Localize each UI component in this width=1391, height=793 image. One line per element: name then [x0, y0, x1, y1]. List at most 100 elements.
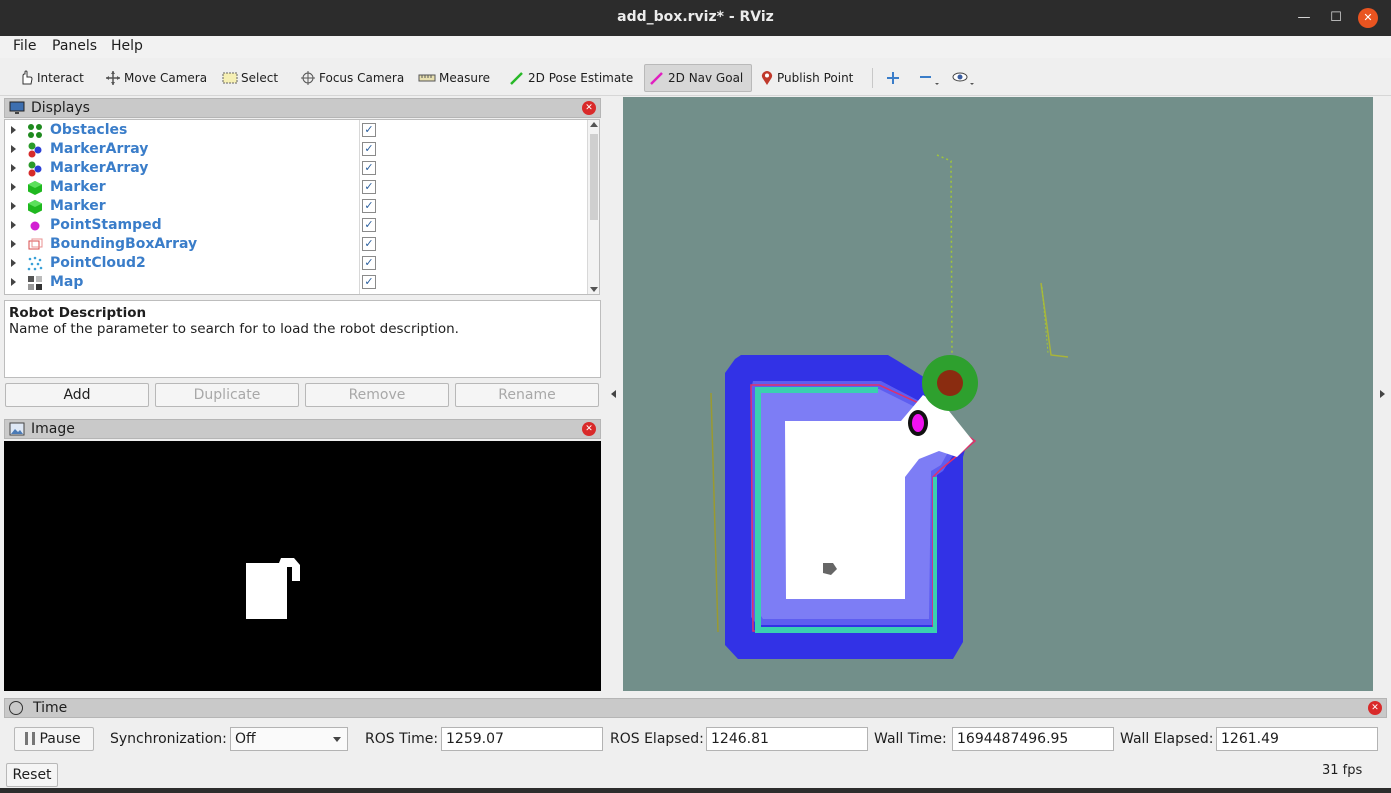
display-item[interactable]: BoundingBoxArray ✓ — [5, 235, 591, 254]
displays-title: Displays — [31, 100, 90, 116]
sync-value: Off — [235, 731, 256, 747]
display-item[interactable]: MarkerArray ✓ — [5, 159, 591, 178]
tool-move-camera[interactable]: Move Camera — [101, 64, 211, 92]
sync-label: Synchronization: — [110, 731, 227, 747]
display-item[interactable]: Marker ✓ — [5, 197, 591, 216]
expand-arrow-icon[interactable] — [11, 164, 16, 172]
move-camera-icon — [106, 71, 120, 85]
plus-icon — [887, 72, 899, 84]
splitter-handle-icon[interactable] — [611, 390, 616, 398]
expand-arrow-icon[interactable] — [11, 278, 16, 286]
display-checkbox[interactable]: ✓ — [362, 142, 376, 156]
tool-select[interactable]: Select — [218, 64, 282, 92]
display-item[interactable]: PointCloud2 ✓ — [5, 254, 591, 273]
scroll-thumb[interactable] — [590, 134, 598, 220]
expand-arrow-icon[interactable] — [11, 126, 16, 134]
camera-image-view[interactable] — [4, 441, 601, 691]
fps-readout: 31 fps — [1322, 763, 1363, 778]
display-checkbox[interactable]: ✓ — [362, 275, 376, 289]
map-pin-icon — [761, 71, 773, 85]
description-title: Robot Description — [9, 305, 147, 321]
expand-arrow-icon[interactable] — [11, 259, 16, 267]
sync-select[interactable]: Off — [230, 727, 348, 751]
displays-panel-header: Displays ✕ — [4, 98, 601, 118]
tool-publish-point[interactable]: Publish Point — [756, 64, 857, 92]
display-checkbox[interactable]: ✓ — [362, 256, 376, 270]
menu-panels[interactable]: Panels — [52, 38, 97, 54]
close-panel-icon[interactable]: ✕ — [582, 422, 596, 436]
wall-time-label: Wall Time: — [874, 731, 947, 747]
display-label: PointStamped — [50, 217, 162, 233]
remove-tool-button[interactable] — [914, 64, 947, 92]
expand-arrow-icon[interactable] — [11, 240, 16, 248]
close-panel-icon[interactable]: ✕ — [582, 101, 596, 115]
remove-button[interactable]: Remove — [305, 383, 449, 407]
tool-2d-pose-estimate[interactable]: 2D Pose Estimate — [505, 64, 637, 92]
3d-viewport[interactable] — [623, 97, 1373, 691]
window-bottom-border — [0, 788, 1391, 793]
expand-arrow-icon[interactable] — [11, 221, 16, 229]
pause-button[interactable]: Pause — [14, 727, 94, 751]
display-item[interactable]: MarkerArray ✓ — [5, 140, 591, 159]
right-dock-strip[interactable] — [1376, 97, 1391, 691]
minus-icon — [920, 76, 939, 85]
maximize-icon[interactable]: ☐ — [1326, 8, 1346, 28]
clock-icon — [9, 701, 23, 715]
expand-arrow-icon[interactable] — [11, 183, 16, 191]
ros-elapsed-field[interactable]: 1246.81 — [706, 727, 868, 751]
tool-label: 2D Pose Estimate — [528, 71, 634, 85]
displays-scrollbar[interactable] — [587, 120, 599, 294]
display-checkbox[interactable]: ✓ — [362, 161, 376, 175]
scroll-down-icon[interactable] — [590, 287, 598, 292]
scroll-up-icon[interactable] — [590, 122, 598, 127]
ros-time-field[interactable]: 1259.07 — [441, 727, 603, 751]
add-button[interactable]: Add — [5, 383, 149, 407]
display-item[interactable]: Map ✓ — [5, 273, 591, 292]
map-grid-icon — [28, 276, 42, 290]
display-checkbox[interactable]: ✓ — [362, 123, 376, 137]
display-checkbox[interactable]: ✓ — [362, 218, 376, 232]
close-window-icon[interactable]: ✕ — [1358, 8, 1378, 28]
wall-time-field[interactable]: 1694487496.95 — [952, 727, 1114, 751]
reset-button[interactable]: Reset — [6, 763, 58, 787]
minimize-icon[interactable]: — — [1294, 8, 1314, 28]
magenta-arrow-icon — [650, 72, 663, 85]
duplicate-button[interactable]: Duplicate — [155, 383, 299, 407]
display-checkbox[interactable]: ✓ — [362, 199, 376, 213]
display-label: BoundingBoxArray — [50, 236, 198, 252]
display-item[interactable]: Marker ✓ — [5, 178, 591, 197]
display-label: PointCloud2 — [50, 255, 146, 271]
bounding-box-icon — [28, 238, 43, 250]
time-panel-title: Time — [33, 700, 68, 716]
expand-right-icon[interactable] — [1380, 390, 1385, 398]
rename-button[interactable]: Rename — [455, 383, 599, 407]
display-label: Marker — [50, 198, 106, 214]
image-icon — [9, 422, 25, 436]
add-tool-button[interactable] — [882, 64, 907, 92]
tool-2d-nav-goal[interactable]: 2D Nav Goal — [644, 64, 752, 92]
view-tool-button[interactable] — [948, 64, 983, 92]
tool-measure[interactable]: Measure — [414, 64, 494, 92]
point-cloud-icon — [27, 256, 43, 271]
marker-array-icon — [28, 142, 42, 158]
display-checkbox[interactable]: ✓ — [362, 180, 376, 194]
expand-arrow-icon[interactable] — [11, 202, 16, 210]
wall-elapsed-field[interactable]: 1261.49 — [1216, 727, 1378, 751]
menu-file[interactable]: File — [13, 38, 36, 54]
expand-arrow-icon[interactable] — [11, 145, 16, 153]
display-label: Map — [50, 274, 84, 290]
menu-help[interactable]: Help — [111, 38, 143, 54]
display-item[interactable]: PointStamped ✓ — [5, 216, 591, 235]
ros-elapsed-label: ROS Elapsed: — [610, 731, 704, 747]
display-item[interactable]: Obstacles ✓ — [5, 121, 591, 140]
tool-interact[interactable]: Interact — [14, 64, 88, 92]
ruler-icon — [418, 74, 436, 82]
time-panel-header: Time ✕ — [4, 698, 1387, 718]
image-panel-title: Image — [31, 421, 75, 437]
display-checkbox[interactable]: ✓ — [362, 237, 376, 251]
green-cube-icon — [28, 181, 42, 195]
tool-label: Focus Camera — [319, 71, 405, 85]
green-arrow-icon — [510, 72, 523, 85]
close-panel-icon[interactable]: ✕ — [1368, 701, 1382, 715]
tool-focus-camera[interactable]: Focus Camera — [296, 64, 408, 92]
